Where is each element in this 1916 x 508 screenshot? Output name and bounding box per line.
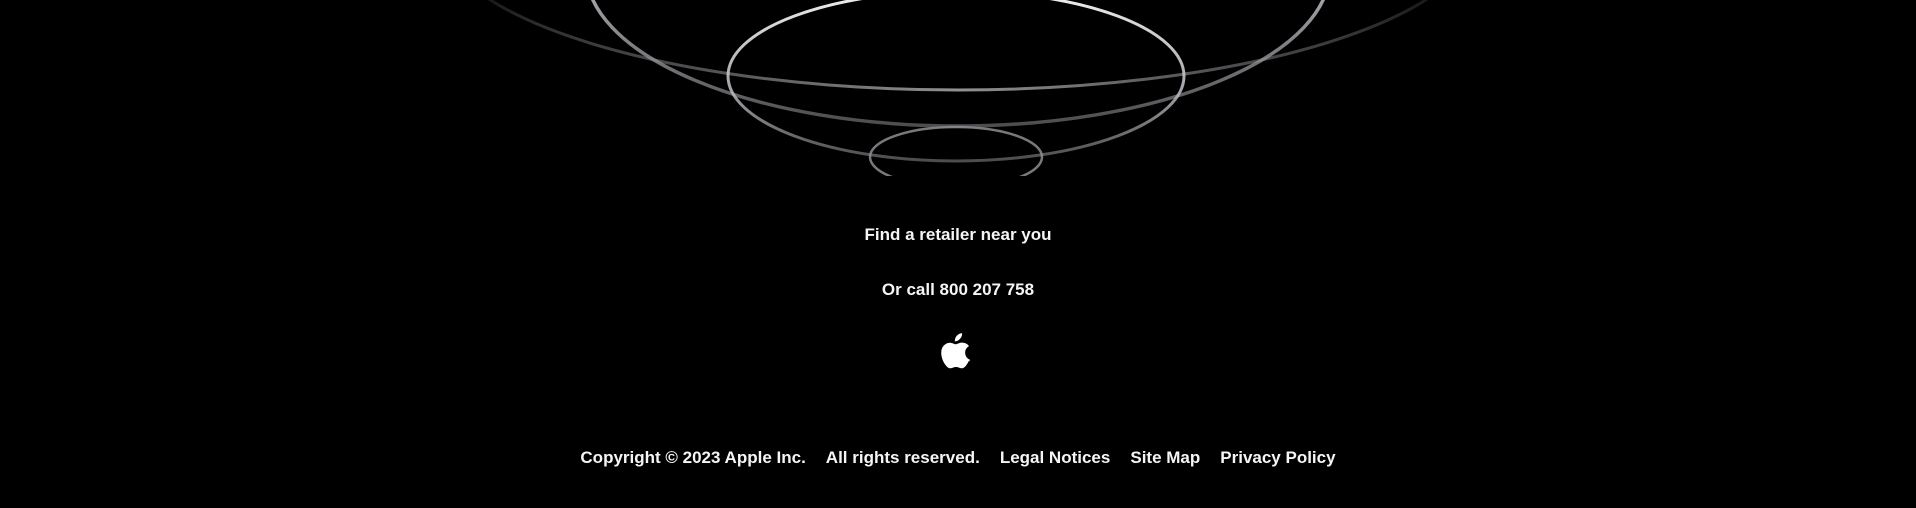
legal-notices-link[interactable]: Legal Notices (1000, 448, 1111, 468)
rights-text: All rights reserved. (825, 448, 980, 467)
footer: Copyright © 2023 Apple Inc. All rights r… (0, 448, 1916, 468)
ring-outer (487, 0, 1429, 92)
call-phone-link[interactable]: Or call 800 207 758 (0, 280, 1916, 300)
apple-logo-icon[interactable] (941, 333, 973, 369)
privacy-policy-link[interactable]: Privacy Policy (1220, 448, 1335, 468)
ring-middle (726, 0, 1186, 163)
ring-small (868, 125, 1044, 176)
site-map-link[interactable]: Site Map (1130, 448, 1200, 468)
copyright-text: Copyright © 2023 Apple Inc. (580, 448, 806, 467)
find-retailer-link[interactable]: Find a retailer near you (0, 225, 1916, 245)
ring-large (591, 0, 1325, 128)
concentric-rings-graphic (487, 0, 1429, 176)
